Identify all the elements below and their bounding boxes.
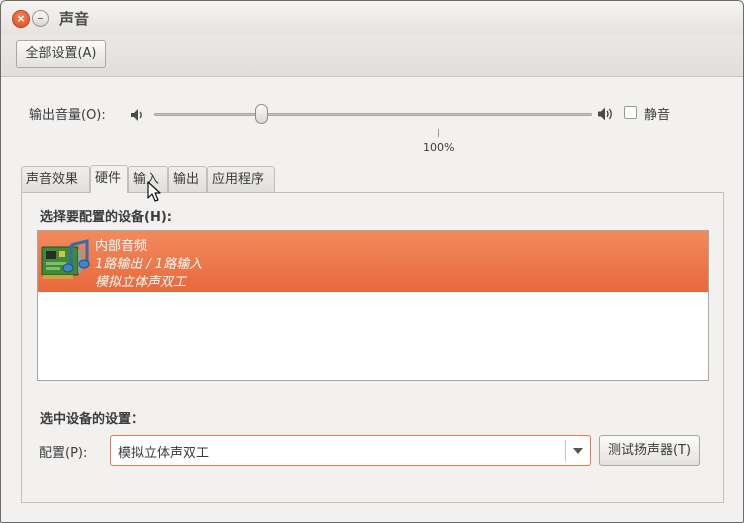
volume-100-label: 100% — [423, 141, 455, 154]
all-settings-button[interactable]: 全部设置(A) — [16, 40, 106, 68]
titlebar: × – 声音 — [1, 1, 743, 34]
chevron-down-icon[interactable] — [573, 448, 583, 454]
sound-card-icon — [41, 239, 90, 279]
window-title: 声音 — [59, 10, 90, 28]
tab-hardware[interactable]: 硬件 — [90, 165, 128, 193]
device-profile: 模拟立体声双工 — [95, 275, 187, 290]
profile-label: 配置(P): — [39, 446, 88, 461]
selected-device-settings-title: 选中设备的设置： — [40, 412, 145, 427]
output-volume-label: 输出音量(O): — [29, 108, 106, 123]
tab-applications[interactable]: 应用程序 — [207, 166, 275, 192]
minimize-icon[interactable]: – — [32, 10, 49, 27]
speaker-low-icon — [131, 109, 142, 121]
close-icon[interactable]: × — [12, 10, 30, 28]
volume-slider-track[interactable] — [154, 113, 592, 116]
test-speakers-button[interactable]: 测试扬声器(T) — [599, 435, 700, 466]
mouse-pointer-icon — [147, 181, 161, 202]
volume-100-tick — [438, 129, 439, 137]
list-item[interactable]: 内部音频 1路输出 / 1路输入 模拟立体声双工 — [38, 231, 708, 292]
select-device-title: 选择要配置的设备(H): — [40, 210, 172, 225]
speaker-high-icon — [598, 107, 612, 121]
mute-checkbox[interactable] — [624, 106, 637, 119]
volume-slider-handle[interactable] — [255, 104, 268, 124]
tab-output[interactable]: 输出 — [168, 166, 207, 192]
toolbar: 全部设置(A) — [1, 34, 743, 77]
sound-settings-window: × – 声音 全部设置(A) 输出音量(O): 100% 静音 声音效果 硬件 … — [0, 0, 744, 523]
device-list[interactable]: 内部音频 1路输出 / 1路输入 模拟立体声双工 — [37, 230, 709, 381]
device-channels: 1路输出 / 1路输入 — [95, 257, 203, 272]
mute-label[interactable]: 静音 — [644, 104, 670, 123]
profile-select[interactable]: 模拟立体声双工 — [110, 435, 591, 466]
tab-sound-effects[interactable]: 声音效果 — [21, 166, 90, 192]
profile-select-value: 模拟立体声双工 — [118, 446, 210, 461]
device-name: 内部音频 — [95, 239, 148, 254]
combo-separator — [565, 440, 566, 462]
